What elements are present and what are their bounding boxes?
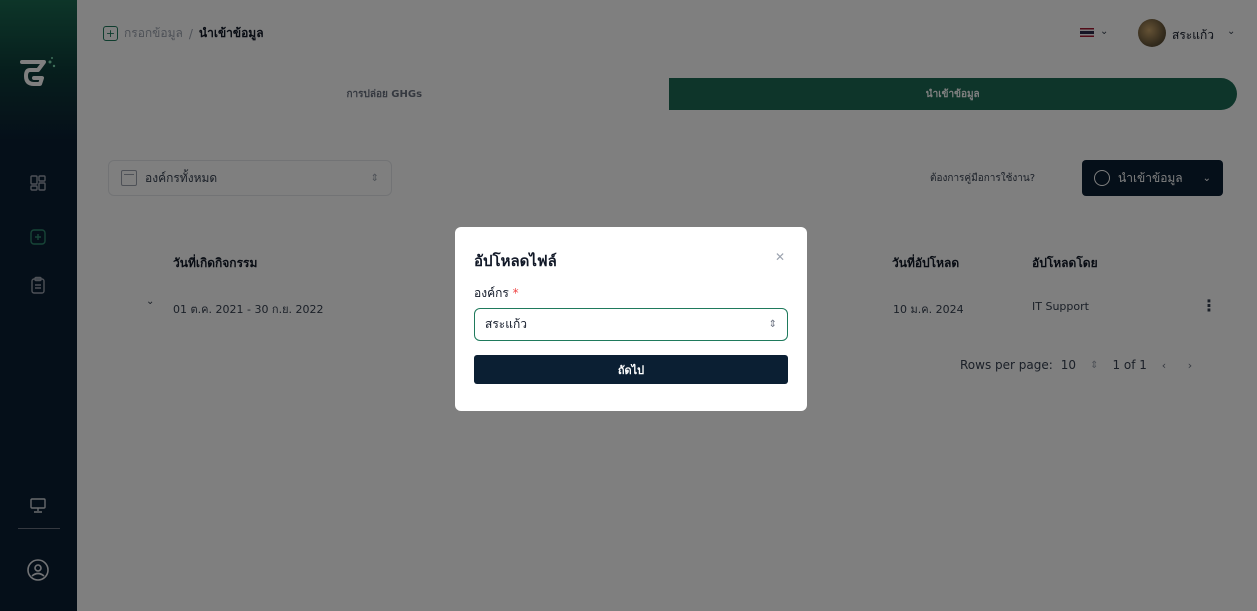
organization-dialog-select[interactable]: สระแก้ว ⇕: [474, 308, 788, 341]
required-asterisk: *: [512, 286, 519, 300]
close-icon[interactable]: ✕: [775, 250, 785, 264]
organization-dialog-select-value: สระแก้ว: [485, 317, 527, 331]
upload-file-dialog: อัปโหลดไฟล์ ✕ องค์กร * สระแก้ว ⇕ ถัดไป: [455, 227, 807, 411]
dialog-title: อัปโหลดไฟล์: [474, 252, 557, 270]
organization-field-label: องค์กร *: [474, 284, 519, 303]
select-updown-icon: ⇕: [768, 319, 777, 330]
next-button[interactable]: ถัดไป: [474, 355, 788, 384]
organization-label-text: องค์กร: [474, 286, 509, 300]
